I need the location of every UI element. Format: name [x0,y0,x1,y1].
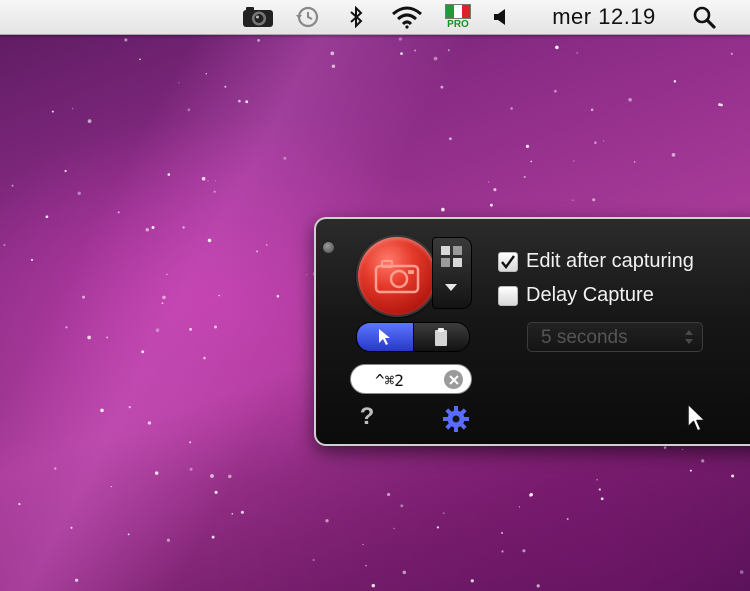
capture-panel: ^⌘2 ? Edit after capturing Delay Capture [314,217,750,446]
clipboard-mode-button[interactable] [412,323,469,351]
clipboard-icon [435,328,448,346]
camera-icon [374,260,420,294]
clear-icon [448,374,459,385]
edit-after-capturing-label: Edit after capturing [526,250,694,272]
italian-flag-icon[interactable]: PRO [443,0,473,34]
pointer-clipboard-toggle [356,322,470,352]
help-icon[interactable]: ? [356,404,378,430]
pro-badge: PRO [447,19,469,30]
hotkey-field[interactable]: ^⌘2 [350,364,472,394]
wifi-icon[interactable] [388,0,426,34]
pointer-icon [378,329,390,345]
capture-button[interactable] [356,235,438,317]
delay-capture-checkbox[interactable] [498,286,518,306]
stepper-arrows-icon [685,330,693,344]
time-machine-icon[interactable] [292,0,322,34]
mouse-cursor-icon [687,403,706,432]
checkmark-icon [501,255,515,269]
panel-close-dot[interactable] [322,241,335,254]
clear-hotkey-button[interactable] [444,370,463,389]
menu-bar: PRO mer 12.19 [0,0,750,35]
capture-area-icon [441,246,462,267]
delay-capture-label: Delay Capture [526,284,654,306]
dropdown-arrow-icon [445,284,457,291]
gear-icon[interactable] [442,405,470,433]
volume-icon[interactable] [490,0,510,34]
camera-icon[interactable] [240,0,276,34]
capture-mode-menu[interactable] [432,237,472,309]
flag [445,4,471,19]
hotkey-value: ^⌘2 [375,371,404,390]
menu-bar-clock[interactable]: mer 12.19 [540,0,668,34]
spotlight-search-icon[interactable] [690,0,718,34]
delay-seconds-value: 5 seconds [541,327,628,348]
edit-after-capturing-checkbox[interactable] [498,252,518,272]
bluetooth-icon[interactable] [345,0,367,34]
pointer-mode-button[interactable] [357,323,413,351]
delay-seconds-select[interactable]: 5 seconds [527,322,703,352]
